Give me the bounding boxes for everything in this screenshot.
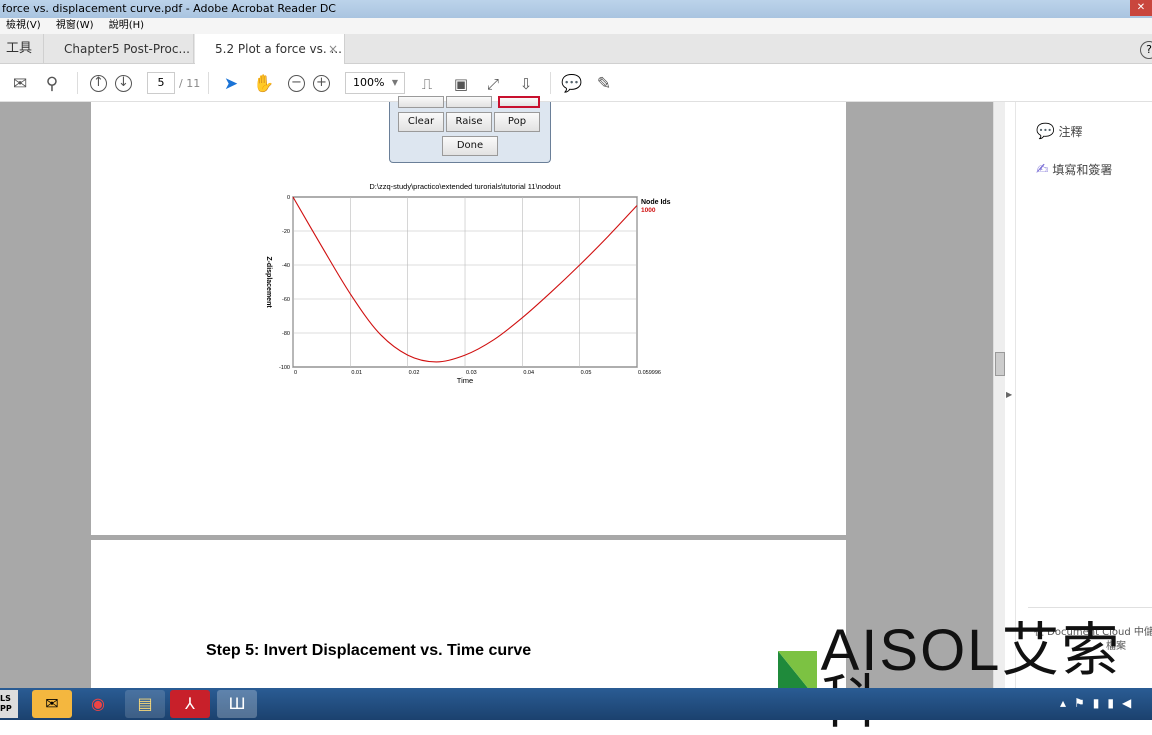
x-tick-label: 0.01 xyxy=(351,370,362,376)
y-tick-label: -60 xyxy=(282,297,290,303)
fit-width-icon[interactable]: ⎍ xyxy=(416,73,438,95)
toolbar: ✉ ⚲ ↑ ↓ 5 / 11 ➤ ✋ − + 100% ▼ ⎍ ▣ ⤢ ⇩ 💬 ✎ xyxy=(0,64,1152,102)
done-button[interactable]: Done xyxy=(442,136,498,156)
x-axis-label: Time xyxy=(457,376,473,385)
x-tick-label: 0.02 xyxy=(409,370,420,376)
panel-item-label: 填寫和簽署 xyxy=(1052,163,1113,177)
menu-help[interactable]: 說明(H) xyxy=(109,20,144,31)
zoom-out-icon[interactable]: − xyxy=(288,75,305,92)
step-heading: Step 5: Invert Displacement vs. Time cur… xyxy=(206,642,532,659)
legend-entry: 1000 xyxy=(641,207,656,214)
prev-page-icon[interactable]: ↑ xyxy=(90,75,107,92)
page-total: / 11 xyxy=(179,77,201,90)
x-tick-label: 0.03 xyxy=(466,370,477,376)
y-tick-label: -80 xyxy=(282,331,290,337)
chrome-icon[interactable]: ◉ xyxy=(78,690,118,718)
next-page-icon[interactable]: ↓ xyxy=(115,75,132,92)
panel-item-comment[interactable]: 💬 注釋 xyxy=(1036,122,1152,140)
zoom-value: 100% xyxy=(353,76,385,89)
y-axis-label: Z-displacement xyxy=(265,256,272,308)
comment-icon[interactable]: 💬 xyxy=(561,73,583,95)
x-tick-label: 0.04 xyxy=(523,370,534,376)
comment-icon: 💬 xyxy=(1036,122,1055,140)
pop-button[interactable]: Pop xyxy=(494,112,540,132)
sign-icon: ✍ xyxy=(1036,160,1049,178)
panel-item-sign[interactable]: ✍ 填寫和簽署 xyxy=(1036,160,1152,178)
scrollbar-thumb[interactable] xyxy=(995,352,1005,376)
x-tick-label: 0.059996 xyxy=(638,370,661,376)
y-tick-label: 0 xyxy=(287,195,290,201)
legend-title: Node Ids xyxy=(641,199,671,206)
email-icon[interactable]: ✉ xyxy=(9,73,31,95)
plot-dialog: Clear Raise Pop Done xyxy=(389,96,551,163)
page-number-input[interactable]: 5 xyxy=(147,72,175,94)
x-tick-label: 0 xyxy=(294,370,297,376)
zoom-in-icon[interactable]: + xyxy=(313,75,330,92)
menu-view[interactable]: 檢視(V) xyxy=(6,20,41,31)
hand-tool-icon[interactable]: ✋ xyxy=(253,73,275,95)
chevron-down-icon: ▼ xyxy=(391,78,398,87)
rotate-icon[interactable]: ▣ xyxy=(450,73,472,95)
chart-title: D:\zzq-study\practico\extended turorials… xyxy=(369,182,561,191)
close-tab-icon[interactable]: × xyxy=(328,34,338,64)
menu-bar: 檢視(V) 視窗(W) 說明(H) xyxy=(0,18,1152,34)
vertical-scrollbar[interactable] xyxy=(993,102,1005,688)
highlight-icon[interactable]: ✎ xyxy=(593,73,615,95)
outlook-icon[interactable]: ✉ xyxy=(32,690,72,718)
window-close-button[interactable]: ✕ xyxy=(1130,0,1152,16)
folder-icon[interactable]: ▤ xyxy=(125,690,165,718)
fullscreen-icon[interactable]: ⤢ xyxy=(482,73,504,95)
displacement-chart: D:\zzq-study\practico\extended turorials… xyxy=(265,182,671,385)
x-tick-label: 0.05 xyxy=(581,370,592,376)
help-icon[interactable]: ? xyxy=(1140,41,1152,59)
search-icon[interactable]: ⚲ xyxy=(41,73,63,95)
clear-button[interactable]: Clear xyxy=(398,112,444,132)
start-button[interactable]: LS PP xyxy=(0,690,18,718)
tab-chapter5[interactable]: Chapter5 Post-Proc... xyxy=(44,34,194,64)
window-title: force vs. displacement curve.pdf - Adobe… xyxy=(0,0,1152,18)
app-icon[interactable]: Ш xyxy=(217,690,257,718)
acrobat-icon[interactable]: ⅄ xyxy=(170,690,210,718)
menu-window[interactable]: 視窗(W) xyxy=(56,20,94,31)
right-panel: 💬 注釋 ✍ 填寫和簽署 在 Document Cloud 中儲 檔案 xyxy=(1015,102,1152,688)
panel-item-label: 注釋 xyxy=(1058,125,1083,139)
y-tick-label: -40 xyxy=(282,263,290,269)
pdf-page-6: Step 5: Invert Displacement vs. Time cur… xyxy=(91,540,846,700)
taskbar: LS PP ✉ ◉ ▤ ⅄ Ш ▴⚑▮▮◀ xyxy=(0,688,1152,720)
select-tool-icon[interactable]: ➤ xyxy=(220,73,242,95)
tab-bar: 工具 Chapter5 Post-Proc... 5.2 Plot a forc… xyxy=(0,34,1152,65)
y-tick-label: -100 xyxy=(279,365,290,371)
raise-button[interactable]: Raise xyxy=(446,112,492,132)
tab-label: 5.2 Plot a force vs. ... xyxy=(215,42,342,56)
panel-toggle-icon[interactable]: ▶ xyxy=(1006,390,1012,399)
zoom-select[interactable]: 100% ▼ xyxy=(345,72,405,94)
system-tray[interactable]: ▴⚑▮▮◀ xyxy=(1060,696,1139,710)
read-mode-icon[interactable]: ⇩ xyxy=(515,73,537,95)
tab-plot-force[interactable]: 5.2 Plot a force vs. ... × xyxy=(195,34,345,65)
y-tick-label: -20 xyxy=(282,229,290,235)
tab-tools[interactable]: 工具 xyxy=(0,34,44,64)
